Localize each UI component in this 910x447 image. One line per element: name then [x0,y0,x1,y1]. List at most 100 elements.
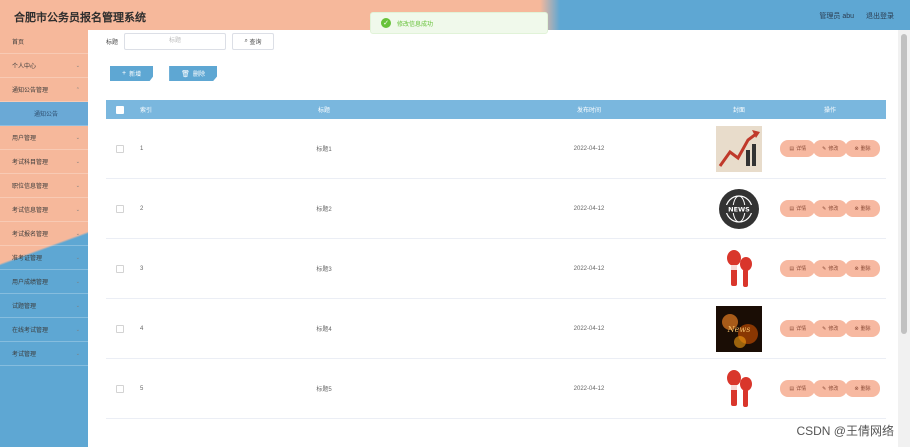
detail-button[interactable]: ▤ 详情 [783,141,813,156]
edit-button[interactable]: ✎ 修改 [816,201,845,216]
chart-arrow-image[interactable] [716,125,762,172]
edit-icon: ✎ [822,145,827,152]
sidebar-item-exam-info[interactable]: 考试信息管理 ⌄ [0,198,88,222]
sidebar-item-profile[interactable]: 个人中心 ⌄ [0,54,88,78]
sidebar-item-notice[interactable]: 通知公告 [0,102,88,126]
notice-table: 索引 标题 发布时间 封面 操作 1 标题1 2022-04-12 ▤ 详情 ✎ 修… [106,100,886,419]
select-all-checkbox[interactable] [116,105,124,114]
row-title: 标题3 [316,267,332,273]
table-row: 2 标题2 2022-04-12 NEWS ▤ 详情 ✎ 修改 ⊗ 删除 [106,179,886,239]
chevron-down-icon: ⌄ [75,326,80,333]
row-index: 2 [140,205,144,212]
dark-news-image[interactable]: News [716,305,762,352]
row-index: 1 [140,145,144,152]
detail-icon: ▤ [789,265,795,272]
detail-icon: ▤ [789,325,795,332]
svg-text:News: News [727,325,751,334]
sidebar-item-home[interactable]: 首页 [0,30,88,54]
scrollbar-thumb[interactable] [901,34,907,334]
chevron-down-icon: ⌄ [75,134,80,141]
table-row: 4 标题4 2022-04-12 News ▤ 详情 ✎ 修改 ⊗ 删除 [106,299,886,359]
delete-row-button[interactable]: ⊗ 删除 [848,141,877,156]
search-bar: 标题 标题 ⌕ 查询 [106,33,275,50]
row-date: 2022-04-12 [573,205,605,212]
edit-icon: ✎ [822,205,827,212]
edit-button[interactable]: ✎ 修改 [816,321,845,336]
row-index: 5 [140,385,144,392]
detail-button[interactable]: ▤ 详情 [783,381,813,396]
chevron-down-icon: ⌄ [75,158,80,165]
header-ops: 操作 [823,108,836,114]
header-title: 标题 [317,108,330,114]
row-checkbox[interactable] [116,324,124,333]
sidebar-item-notice-mgmt[interactable]: 通知公告管理 ⌃ [0,78,88,102]
row-date: 2022-04-12 [573,265,605,272]
detail-button[interactable]: ▤ 详情 [783,321,813,336]
sidebar-item-online-exam[interactable]: 在线考试管理 ⌄ [0,318,88,342]
sidebar-item-registration[interactable]: 考试报名管理 ⌄ [0,222,88,246]
edit-button[interactable]: ✎ 修改 [816,141,845,156]
row-date: 2022-04-12 [573,385,605,392]
trash-icon: ⊗ [854,385,859,392]
check-circle-icon: ✓ [381,18,391,28]
sidebar: 首页 个人中心 ⌄ 通知公告管理 ⌃ 通知公告 用户管理 ⌄ 考试科目管理 ⌄ 职位信息… [0,30,88,447]
row-checkbox[interactable] [116,384,124,393]
chevron-down-icon: ⌄ [75,278,80,285]
sidebar-item-users[interactable]: 用户管理 ⌄ [0,126,88,150]
row-checkbox[interactable] [116,264,124,273]
header-image: 封面 [732,108,745,114]
microphone-image[interactable] [716,245,762,292]
sidebar-item-exam-mgmt[interactable]: 考试管理 ⌄ [0,342,88,366]
action-toolbar: + 新增 🗑 删除 [110,66,233,81]
row-date: 2022-04-12 [573,145,605,152]
chevron-down-icon: ⌄ [75,182,80,189]
success-toast: ✓ 修改信息成功 [370,12,548,34]
microphone-image[interactable] [716,365,762,412]
edit-button[interactable]: ✎ 修改 [816,381,845,396]
plus-icon: + [122,70,127,77]
delete-button[interactable]: 🗑 删除 [169,66,218,81]
sidebar-item-positions[interactable]: 职位信息管理 ⌄ [0,174,88,198]
sidebar-item-admission[interactable]: 准考证管理 ⌄ [0,246,88,270]
table-row: 3 标题3 2022-04-12 ▤ 详情 ✎ 修改 ⊗ 删除 [106,239,886,299]
delete-row-button[interactable]: ⊗ 删除 [848,261,877,276]
delete-row-button[interactable]: ⊗ 删除 [848,321,877,336]
toast-message: 修改信息成功 [397,21,434,28]
watermark: CSDN @王倩网络 [796,424,894,438]
row-title: 标题5 [316,387,332,393]
trash-icon: ⊗ [854,265,859,272]
row-title: 标题1 [316,147,332,153]
row-title: 标题2 [316,207,332,213]
logout-link[interactable]: 退出登录 [866,11,894,21]
chevron-up-icon: ⌃ [75,86,80,93]
sidebar-item-scores[interactable]: 用户成绩管理 ⌄ [0,270,88,294]
current-user[interactable]: 管理员 abu [819,11,854,21]
main-content: 标题 标题 ⌕ 查询 + 新增 🗑 删除 索引 标题 发布时间 封面 操作 1 [88,30,888,447]
detail-button[interactable]: ▤ 详情 [783,201,813,216]
vertical-scrollbar[interactable] [898,30,910,447]
trash-icon: ⊗ [854,325,859,332]
detail-icon: ▤ [789,145,795,152]
row-checkbox[interactable] [116,204,124,213]
svg-text:NEWS: NEWS [728,205,750,213]
edit-button[interactable]: ✎ 修改 [816,261,845,276]
app-title: 合肥市公务员报名管理系统 [14,12,146,24]
delete-row-button[interactable]: ⊗ 删除 [848,381,877,396]
trash-icon: ⊗ [854,205,859,212]
sidebar-item-subjects[interactable]: 考试科目管理 ⌄ [0,150,88,174]
search-button[interactable]: ⌕ 查询 [232,33,275,50]
row-checkbox[interactable] [116,144,124,153]
table-row: 1 标题1 2022-04-12 ▤ 详情 ✎ 修改 ⊗ 删除 [106,119,886,179]
news-globe-image[interactable]: NEWS [716,185,762,232]
edit-icon: ✎ [822,325,827,332]
row-index: 3 [140,265,144,272]
search-label: 标题 [106,40,119,46]
sidebar-item-questions[interactable]: 试题管理 ⌄ [0,294,88,318]
delete-row-button[interactable]: ⊗ 删除 [848,201,877,216]
add-button[interactable]: + 新增 [110,66,154,81]
search-input[interactable]: 标题 [124,33,227,50]
table-header: 索引 标题 发布时间 封面 操作 [106,100,886,119]
chevron-down-icon: ⌄ [75,230,80,237]
detail-button[interactable]: ▤ 详情 [783,261,813,276]
edit-icon: ✎ [822,385,827,392]
